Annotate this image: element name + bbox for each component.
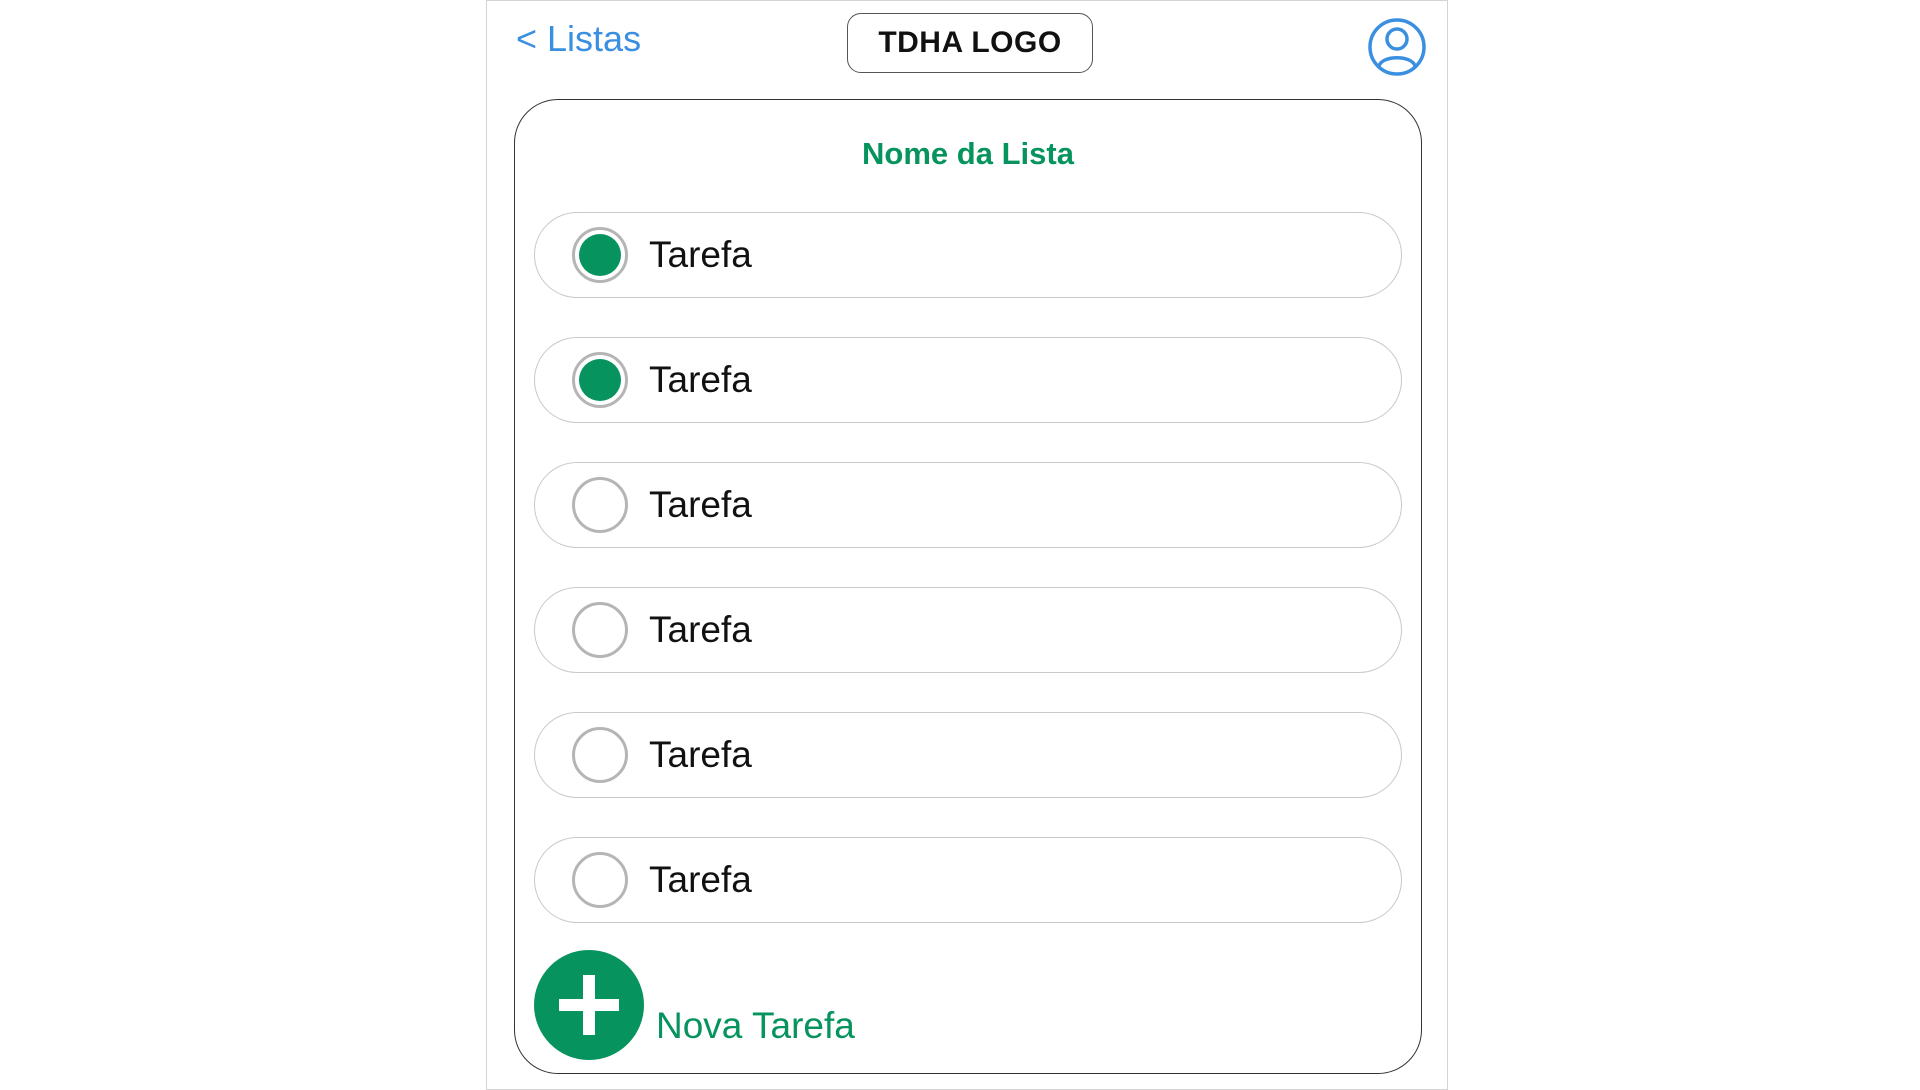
add-task-label[interactable]: Nova Tarefa	[656, 1004, 855, 1048]
task-checkbox[interactable]	[572, 352, 628, 408]
task-label: Tarefa	[649, 484, 752, 525]
task-label: Tarefa	[649, 609, 752, 650]
task-checkbox[interactable]	[572, 227, 628, 283]
task-checkbox[interactable]	[572, 602, 628, 658]
app-logo: TDHA LOGO	[847, 13, 1093, 73]
task-item[interactable]: Tarefa	[534, 462, 1402, 548]
task-checkbox[interactable]	[572, 727, 628, 783]
task-checkbox[interactable]	[572, 477, 628, 533]
app-screen: < Listas TDHA LOGO Nome da Lista Tarefa …	[486, 0, 1448, 1090]
checked-dot-icon	[579, 234, 621, 276]
task-list-card: Nome da Lista Tarefa Tarefa Tarefa Taref…	[514, 99, 1422, 1074]
user-profile-icon[interactable]	[1367, 17, 1427, 77]
list-title: Nome da Lista	[862, 136, 1074, 171]
task-label: Tarefa	[649, 734, 752, 775]
task-checkbox[interactable]	[572, 852, 628, 908]
task-label: Tarefa	[649, 859, 752, 900]
checked-dot-icon	[579, 359, 621, 401]
task-label: Tarefa	[649, 359, 752, 400]
back-to-lists-link[interactable]: < Listas	[516, 17, 641, 61]
task-label: Tarefa	[649, 234, 752, 275]
task-item[interactable]: Tarefa	[534, 212, 1402, 298]
task-item[interactable]: Tarefa	[534, 837, 1402, 923]
task-item[interactable]: Tarefa	[534, 712, 1402, 798]
add-task-button[interactable]	[534, 950, 644, 1060]
task-item[interactable]: Tarefa	[534, 337, 1402, 423]
task-item[interactable]: Tarefa	[534, 587, 1402, 673]
task-list: Tarefa Tarefa Tarefa Tarefa Tarefa Taref…	[534, 212, 1402, 962]
plus-icon-vertical	[583, 975, 595, 1035]
